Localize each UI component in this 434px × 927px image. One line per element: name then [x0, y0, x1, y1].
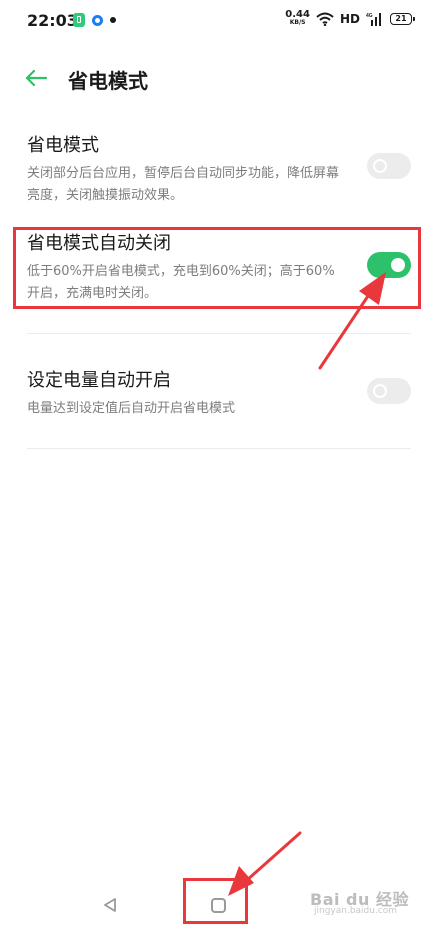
network-speed-value: 0.44 [285, 9, 310, 20]
back-arrow-icon [25, 70, 47, 86]
annotation-highlight-box [13, 227, 421, 309]
divider [27, 333, 411, 334]
status-time: 22:03 [27, 11, 78, 30]
signal-4g-icon: 4G [366, 12, 384, 26]
watermark-url: jingyan.baidu.com [314, 906, 398, 916]
battery-icon: 21 [390, 13, 415, 25]
status-bar: 22:03 0.44 KB/S HD 4G 21 [0, 0, 434, 44]
hd-label: HD [339, 12, 360, 26]
power-saving-mode-toggle[interactable] [367, 153, 411, 179]
setting-title: 设定电量自动开启 [27, 370, 171, 391]
auto-enable-by-battery-toggle[interactable] [367, 378, 411, 404]
setting-auto-enable-by-battery[interactable]: 设定电量自动开启 电量达到设定值后自动开启省电模式 [27, 368, 411, 420]
toggle-knob [373, 384, 387, 398]
network-speed: 0.44 KB/S [285, 9, 310, 27]
battery-app-notification-icon [73, 13, 85, 27]
wifi-icon [316, 12, 334, 26]
setting-title: 省电模式 [27, 135, 99, 156]
setting-description: 关闭部分后台应用，暂停后台自动同步功能，降低屏幕亮度，关闭触摸振动效果。 [27, 166, 340, 203]
more-notifications-dot-icon [110, 17, 116, 23]
nav-back-icon[interactable] [102, 897, 118, 913]
header: 省电模式 [0, 56, 434, 100]
svg-text:4G: 4G [366, 13, 373, 19]
notification-icons [73, 13, 116, 27]
setting-description: 电量达到设定值后自动开启省电模式 [27, 401, 236, 416]
divider [27, 448, 411, 449]
setting-power-saving-mode[interactable]: 省电模式 关闭部分后台应用，暂停后台自动同步功能，降低屏幕亮度，关闭触摸振动效果… [27, 133, 411, 207]
network-speed-unit: KB/S [289, 19, 306, 26]
back-button[interactable] [22, 64, 50, 92]
toggle-knob [373, 159, 387, 173]
status-right-icons: 0.44 KB/S HD 4G 21 [285, 9, 415, 27]
circle-notification-icon [92, 14, 103, 26]
annotation-home-highlight-box [183, 878, 248, 924]
page-title: 省电模式 [68, 69, 148, 93]
